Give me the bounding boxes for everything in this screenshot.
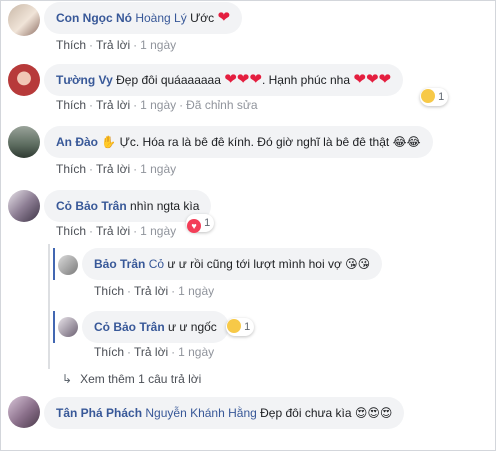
comment-text: Ước	[190, 11, 215, 25]
reaction-summary[interactable]: 1	[226, 318, 255, 336]
comment-bubble: Cỏ Bảo Trân nhìn ngta kìa	[44, 190, 212, 222]
comment-bubble: Tường Vy Đẹp đôi quáaaaaaa ❤❤❤. Hạnh phú…	[44, 64, 404, 96]
avatar[interactable]	[8, 190, 40, 222]
reply-button[interactable]: Trả lời	[96, 162, 130, 176]
view-more-replies[interactable]: ↳ Xem thêm 1 câu trả lời	[62, 372, 201, 386]
avatar[interactable]	[8, 396, 40, 428]
reply-bubble: Bảo Trân Cỏ ư ư rồi cũng tới lượt mình h…	[82, 248, 383, 280]
reply-author[interactable]: Cỏ Bảo Trân	[94, 320, 165, 334]
reply-button[interactable]: Trả lời	[134, 345, 168, 359]
reply-bubble: Cỏ Bảo Trân ư ư ngốc	[82, 311, 229, 343]
comment-actions: Thích · Trả lời · 1 ngày	[56, 38, 177, 52]
like-button[interactable]: Thích	[56, 98, 86, 112]
avatar[interactable]	[8, 126, 40, 158]
comment-bubble: Tân Phá Phách Nguyễn Khánh Hằng Đẹp đôi …	[44, 397, 405, 429]
timestamp[interactable]: 1 ngày	[140, 38, 176, 52]
like-button[interactable]: Thích	[94, 345, 124, 359]
heart-emoji: ❤	[217, 9, 231, 26]
kiss-emoji: 😘😘	[345, 257, 371, 271]
avatar[interactable]	[8, 64, 40, 96]
mention-link[interactable]: Cỏ	[149, 257, 164, 271]
reply-author[interactable]: Bảo Trân	[94, 257, 145, 271]
avatar[interactable]	[8, 4, 40, 36]
reaction-summary[interactable]: ♥ 1	[186, 214, 215, 233]
comment-actions: Thích · Trả lời · 1 ngày · Đã chỉnh sửa	[56, 98, 258, 112]
avatar[interactable]	[58, 317, 78, 337]
comment-author[interactable]: Cỏ Bảo Trân	[56, 199, 127, 213]
like-button[interactable]: Thích	[56, 38, 86, 52]
comment-text: Đẹp đôi chưa kìa	[260, 406, 352, 420]
reply-actions: Thích · Trả lời · 1 ngày	[94, 284, 215, 298]
like-button[interactable]: Thích	[94, 284, 124, 298]
reply-arrow-icon: ↳	[62, 372, 73, 386]
edited-label[interactable]: Đã chỉnh sửa	[186, 98, 257, 112]
reply-button[interactable]: Trả lời	[96, 224, 130, 238]
comment-author[interactable]: Tường Vy	[56, 73, 113, 87]
like-button[interactable]: Thích	[56, 224, 86, 238]
comment-author[interactable]: An Đào	[56, 135, 98, 149]
heart-emoji: ❤❤❤	[224, 71, 262, 88]
heart-emoji: ❤❤❤	[353, 71, 392, 88]
haha-reaction-icon	[421, 89, 435, 103]
reply-text: ư ư ngốc	[168, 320, 217, 334]
reaction-count: 1	[204, 217, 211, 229]
mention-link[interactable]: Hoàng Lý	[135, 11, 186, 25]
heart-eyes-emoji: 😍😍😍	[354, 406, 393, 420]
like-button[interactable]: Thích	[56, 162, 86, 176]
reply-actions: Thích · Trả lời · 1 ngày	[94, 345, 215, 359]
timestamp[interactable]: 1 ngày	[178, 345, 214, 359]
reaction-count: 1	[244, 321, 251, 333]
haha-reaction-icon	[227, 319, 241, 333]
comment-text: ✋ Ực. Hóa ra là bê đê kính. Đó giờ nghĩ …	[101, 135, 421, 149]
comment-author[interactable]: Con Ngọc Nó	[56, 11, 132, 25]
comment-author[interactable]: Tân Phá Phách	[56, 406, 142, 420]
love-reaction-icon: ♥	[187, 219, 201, 233]
comment-text: . Hạnh phúc nha	[261, 73, 351, 87]
reply-button[interactable]: Trả lời	[134, 284, 168, 298]
reply-button[interactable]: Trả lời	[96, 98, 130, 112]
mention-link[interactable]: Nguyễn Khánh Hằng	[145, 406, 256, 420]
comment-text: Đẹp đôi quáaaaaaa	[116, 73, 221, 87]
comment-bubble: An Đào ✋ Ực. Hóa ra là bê đê kính. Đó gi…	[44, 126, 433, 158]
view-more-replies-label[interactable]: Xem thêm 1 câu trả lời	[80, 372, 201, 386]
timestamp[interactable]: 1 ngày	[140, 162, 176, 176]
timestamp[interactable]: 1 ngày	[140, 98, 176, 112]
reply-indicator	[53, 248, 55, 280]
comment-actions: Thích · Trả lời · 1 ngày	[56, 224, 177, 238]
timestamp[interactable]: 1 ngày	[140, 224, 176, 238]
comment-text: nhìn ngta kìa	[130, 199, 200, 213]
reply-text: ư ư rồi cũng tới lượt mình hoi vợ	[167, 257, 342, 271]
reply-indicator	[53, 311, 55, 343]
reaction-summary[interactable]: 1	[420, 88, 449, 106]
timestamp[interactable]: 1 ngày	[178, 284, 214, 298]
reaction-count: 1	[438, 91, 445, 103]
comment-bubble: Con Ngọc Nó Hoàng Lý Ước ❤	[44, 2, 243, 34]
reply-button[interactable]: Trả lời	[96, 38, 130, 52]
reply-thread-line	[48, 244, 50, 369]
comment-actions: Thích · Trả lời · 1 ngày	[56, 162, 177, 176]
avatar[interactable]	[58, 255, 78, 275]
